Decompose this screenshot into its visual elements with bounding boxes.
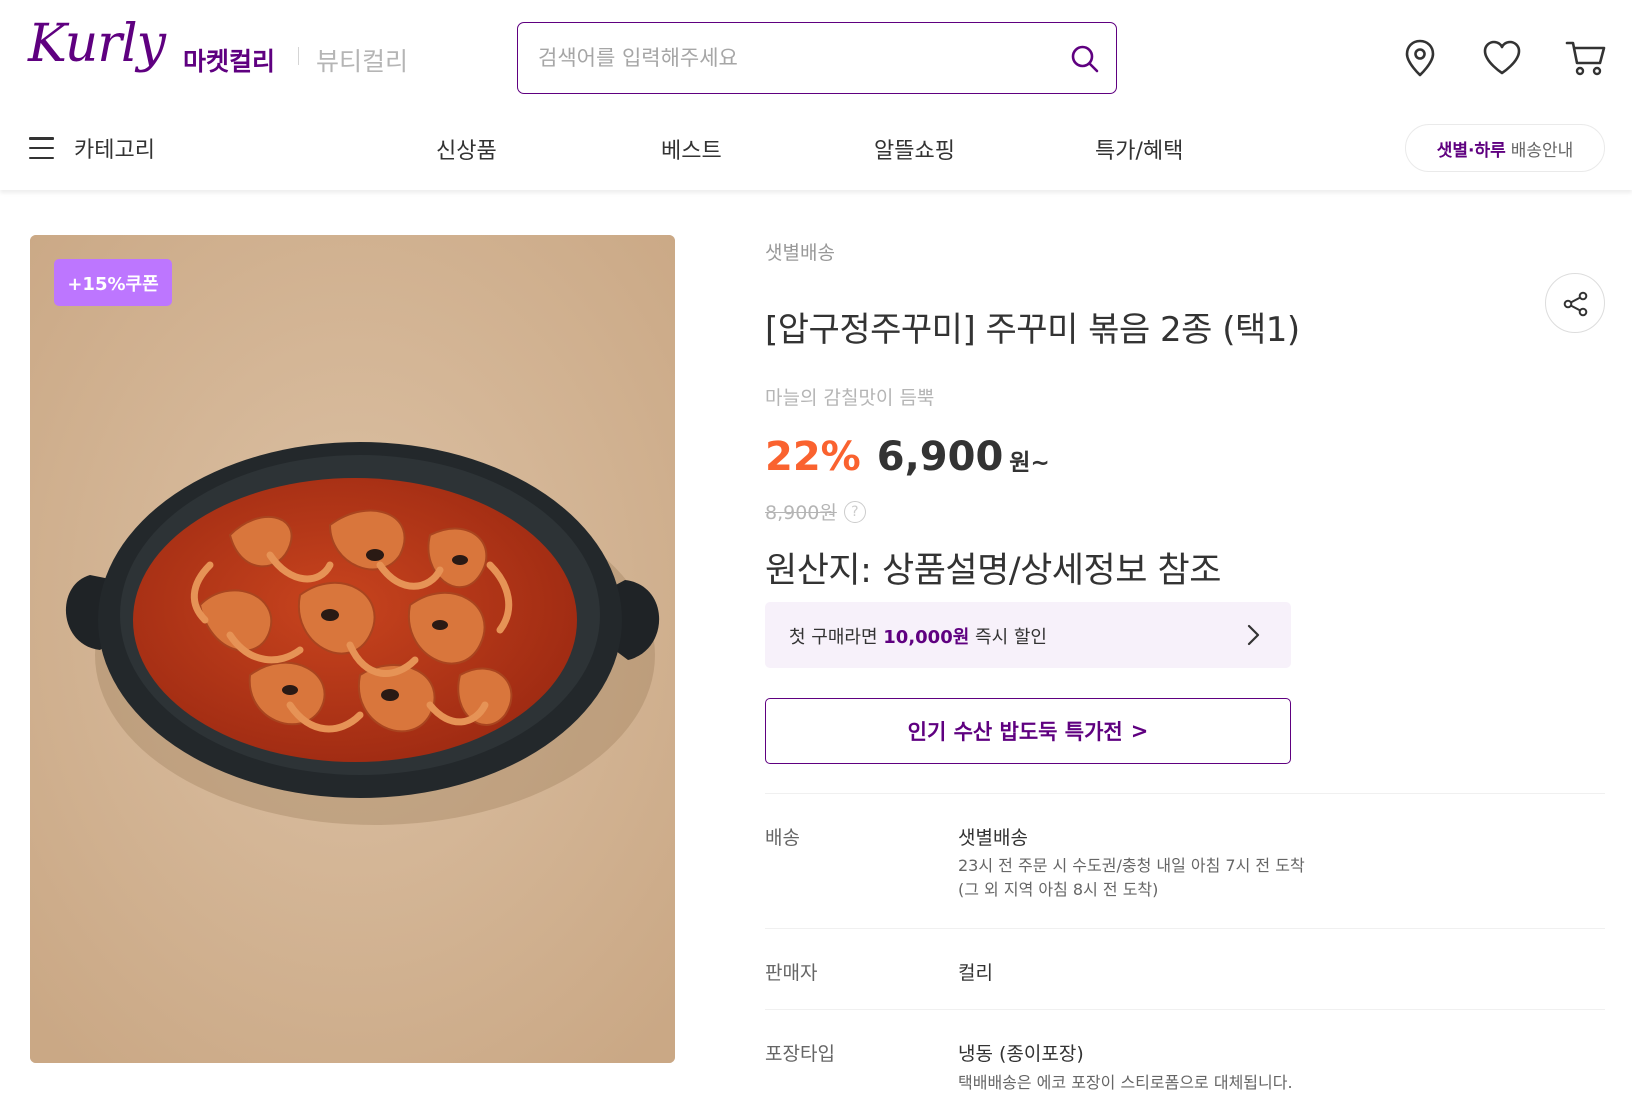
seller-label: 판매자 <box>765 962 818 984</box>
cart-icon[interactable] <box>1564 36 1608 80</box>
delivery-pill-strong: 샛별·하루 <box>1436 140 1506 161</box>
product-title: [압구정주꾸미] 주꾸미 볶음 2종 (택1) <box>765 310 1300 350</box>
product-photo <box>30 235 675 1063</box>
location-pin-icon[interactable] <box>1398 36 1442 80</box>
nav-new-products[interactable]: 신상품 <box>436 133 497 165</box>
delivery-detail-label: 배송 <box>765 827 800 849</box>
search-input[interactable] <box>538 23 1058 92</box>
delivery-pill-label: 배송안내 <box>1510 140 1574 161</box>
delivery-info-button[interactable]: 샛별·하루 배송안내 <box>1405 124 1605 172</box>
sale-price: 6,900 <box>876 434 1004 480</box>
site-header: Kurly 마켓컬리 뷰티컬리 카테고리 신상품 베스트 알뜰쇼핑 특가/혜택 … <box>0 0 1632 190</box>
kurly-logo[interactable]: Kurly <box>28 18 166 70</box>
product-subtitle: 마늘의 감칠맛이 듬뿍 <box>765 387 935 409</box>
divider <box>765 928 1605 929</box>
promo-event-button[interactable]: 인기 수산 밥도둑 특가전 > <box>765 698 1291 764</box>
question-icon[interactable]: ? <box>843 500 866 523</box>
coupon-badge: +15%쿠폰 <box>54 259 172 306</box>
origin-info: 원산지: 상품설명/상세정보 참조 <box>765 551 1221 591</box>
seller-value: 컬리 <box>958 962 993 984</box>
share-icon <box>1563 291 1588 317</box>
nav-special-offers[interactable]: 특가/혜택 <box>1095 133 1183 165</box>
category-label: 카테고리 <box>74 138 155 163</box>
divider <box>765 1009 1605 1010</box>
original-price-row: 8,900원 ? <box>765 498 866 525</box>
package-value: 냉동 (종이포장) <box>958 1043 1084 1065</box>
package-label: 포장타입 <box>765 1043 835 1065</box>
original-price: 8,900원 <box>765 502 837 524</box>
first-purchase-amount: 10,000원 <box>883 627 970 648</box>
market-kurly-tab[interactable]: 마켓컬리 <box>183 42 275 78</box>
divider <box>765 793 1605 794</box>
category-menu[interactable]: 카테고리 <box>29 132 155 164</box>
nav-best[interactable]: 베스트 <box>661 133 722 165</box>
search-box <box>517 22 1117 94</box>
delivery-note-1: 23시 전 주문 시 수도권/충청 내일 아침 7시 전 도착 <box>958 856 1305 875</box>
promo-arrow: > <box>1130 719 1149 743</box>
nav-bargain[interactable]: 알뜰쇼핑 <box>874 133 955 165</box>
service-divider <box>298 47 299 65</box>
price-unit: 원~ <box>1009 450 1050 476</box>
delivery-detail-value: 샛별배송 <box>958 827 1028 849</box>
share-button[interactable] <box>1545 273 1605 333</box>
price-row: 22% 6,900 원~ <box>765 434 1050 480</box>
delivery-note-2: (그 외 지역 아침 8시 전 도착) <box>958 880 1159 899</box>
promo-event-label: 인기 수산 밥도둑 특가전 <box>907 720 1123 744</box>
first-purchase-text: 첫 구매라면 10,000원 즉시 할인 <box>789 623 1047 649</box>
search-icon[interactable] <box>1069 43 1101 75</box>
hamburger-icon <box>29 137 54 159</box>
delivery-type-label: 샛별배송 <box>765 242 835 264</box>
package-note: 택배배송은 에코 포장이 스티로폼으로 대체됩니다. <box>958 1073 1293 1092</box>
first-purchase-prefix: 첫 구매라면 <box>789 627 878 648</box>
chevron-right-icon <box>1247 624 1260 646</box>
product-image <box>30 235 675 1063</box>
discount-rate: 22% <box>765 434 861 480</box>
heart-icon[interactable] <box>1480 36 1524 80</box>
beauty-kurly-tab[interactable]: 뷰티컬리 <box>316 42 408 78</box>
first-purchase-banner[interactable]: 첫 구매라면 10,000원 즉시 할인 <box>765 602 1291 668</box>
first-purchase-suffix: 즉시 할인 <box>975 627 1047 648</box>
